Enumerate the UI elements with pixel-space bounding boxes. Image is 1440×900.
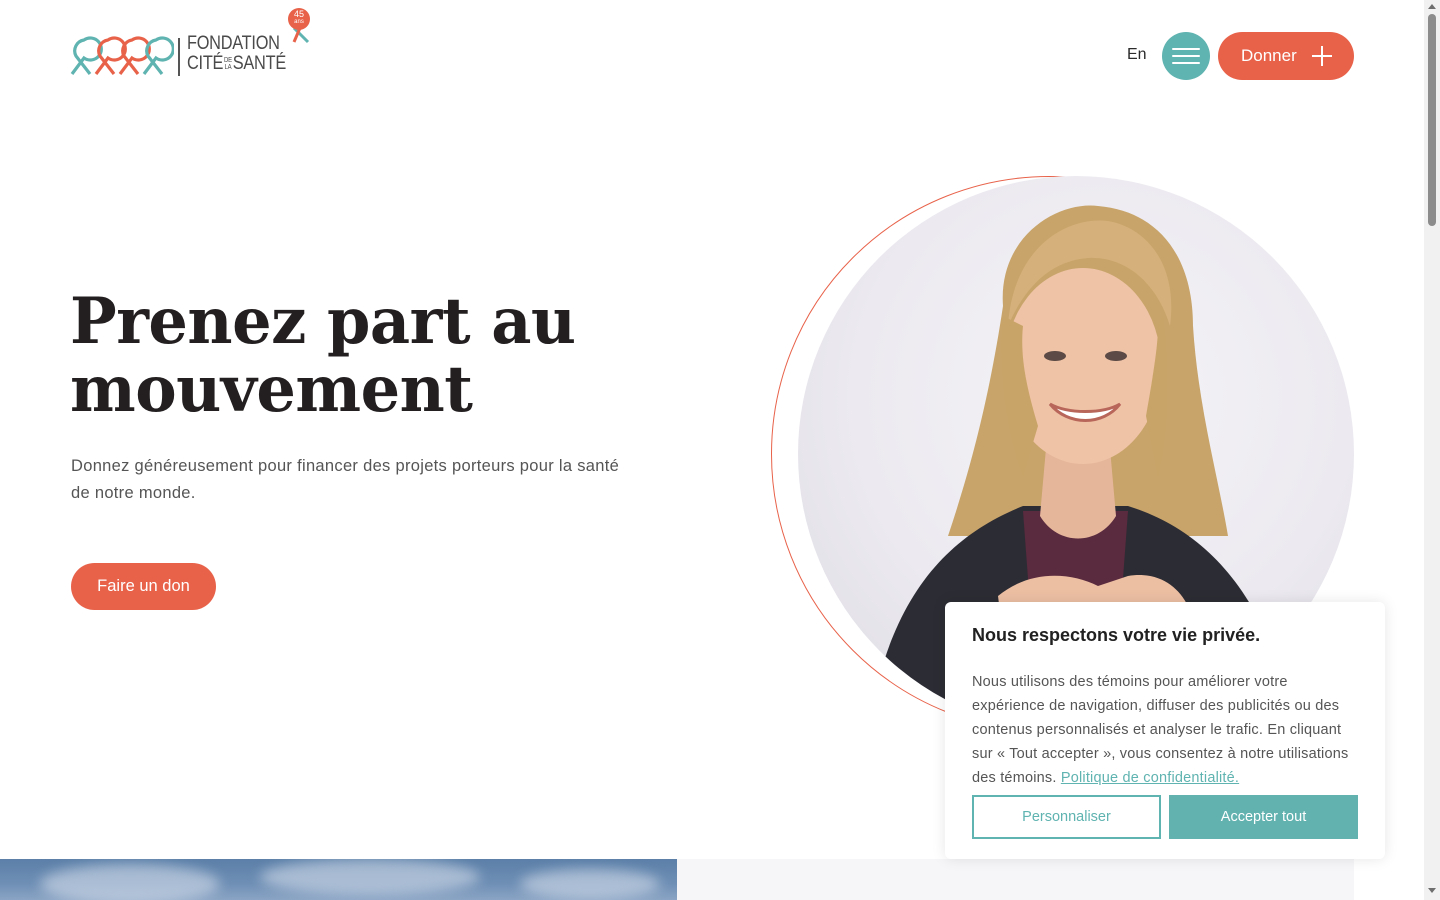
- page-scrollbar[interactable]: [1424, 0, 1440, 900]
- menu-button[interactable]: [1162, 32, 1210, 80]
- anniversary-badge: 45 ans: [288, 8, 310, 30]
- logo-ribbons-icon: [70, 36, 174, 75]
- scrollbar-thumb[interactable]: [1428, 14, 1436, 226]
- cookie-consent-dialog: Nous respectons votre vie privée. Nous u…: [945, 602, 1385, 859]
- site-logo[interactable]: FONDATION CITÉDE LASANTÉ 45 ans: [70, 8, 315, 80]
- cookie-actions: Personnaliser Accepter tout: [972, 795, 1358, 839]
- cookie-title: Nous respectons votre vie privée.: [972, 625, 1261, 645]
- logo-line1: FONDATION: [187, 33, 280, 54]
- scroll-up-arrow-icon[interactable]: [1428, 4, 1436, 9]
- donate-cta-button[interactable]: Faire un don: [71, 563, 216, 610]
- section-background-image: [0, 859, 677, 900]
- accept-all-button[interactable]: Accepter tout: [1169, 795, 1358, 839]
- language-switch-link[interactable]: En: [1127, 46, 1147, 64]
- hero-title-line1: Prenez part au: [70, 284, 576, 359]
- section-panel: [677, 859, 1354, 900]
- customize-button[interactable]: Personnaliser: [972, 795, 1161, 839]
- plus-icon: [1312, 46, 1332, 66]
- logo-wordmark: FONDATION CITÉDE LASANTÉ: [187, 34, 286, 74]
- logo-cite: CITÉ: [187, 53, 224, 74]
- hamburger-icon: [1172, 48, 1200, 50]
- donate-header-button[interactable]: Donner: [1218, 32, 1354, 80]
- hero-title-line2: mouvement: [70, 352, 473, 427]
- cookie-text: Nous utilisons des témoins pour améliore…: [972, 674, 1349, 786]
- logo-sante: SANTÉ: [232, 53, 286, 74]
- hero-subtitle: Donnez généreusement pour financer des p…: [71, 457, 620, 502]
- donate-button-label: Donner: [1241, 46, 1297, 65]
- logo-de-la: DE LA: [224, 56, 232, 71]
- scroll-down-arrow-icon[interactable]: [1428, 888, 1436, 893]
- site-header: FONDATION CITÉDE LASANTÉ 45 ans En Donner: [0, 0, 1424, 110]
- privacy-policy-link[interactable]: Politique de confidentialité.: [1061, 770, 1239, 786]
- logo-divider: [178, 38, 180, 76]
- logo-line2: CITÉDE LASANTÉ: [187, 54, 286, 74]
- hero-title: Prenez part au mouvement: [70, 288, 691, 424]
